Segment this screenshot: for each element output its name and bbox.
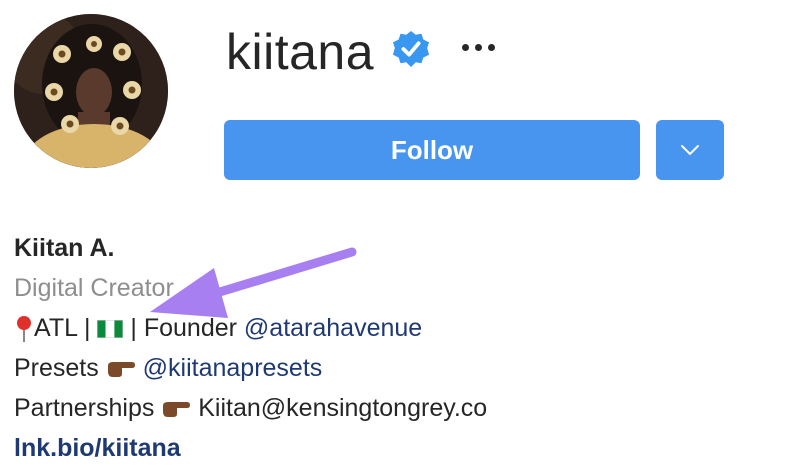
bio-line-2-prefix: Presets [14,354,106,382]
contact-email: Kiitan@kensingtongrey.co [198,394,488,422]
pointing-right-icon [107,362,135,378]
round-pushpin-icon [17,316,31,343]
follow-button[interactable]: Follow [224,120,640,180]
mention-link-atarahavenue[interactable]: @atarahavenue [244,314,422,342]
category: Digital Creator [14,274,174,302]
bio-line-1-mid: | Founder [123,314,244,342]
chevron-down-icon [681,145,699,156]
verified-badge-icon [392,30,430,68]
bio-line-2: Presets @kiitanapresets [14,348,487,388]
bio-line-3-prefix: Partnerships [14,394,162,422]
bio-line-1: ATL | | Founder @atarahavenue [14,308,487,348]
bio: Kiitan A. Digital Creator ATL | | Founde… [14,228,487,468]
suggestions-dropdown-button[interactable] [656,120,724,180]
username: kiitana [226,24,375,80]
full-name: Kiitan A. [14,234,115,262]
avatar[interactable] [14,14,168,168]
nigeria-flag-icon [97,320,124,339]
mention-link-kiitanapresets[interactable]: @kiitanapresets [143,354,323,382]
bio-line-3: Partnerships Kiitan@kensingtongrey.co [14,388,487,428]
pointing-right-icon [163,402,191,418]
avatar-image [14,14,168,168]
bio-line-1-prefix: ATL | [34,314,98,342]
more-options-icon[interactable] [462,32,512,62]
bio-website-link[interactable]: lnk.bio/kiitana [14,428,487,468]
